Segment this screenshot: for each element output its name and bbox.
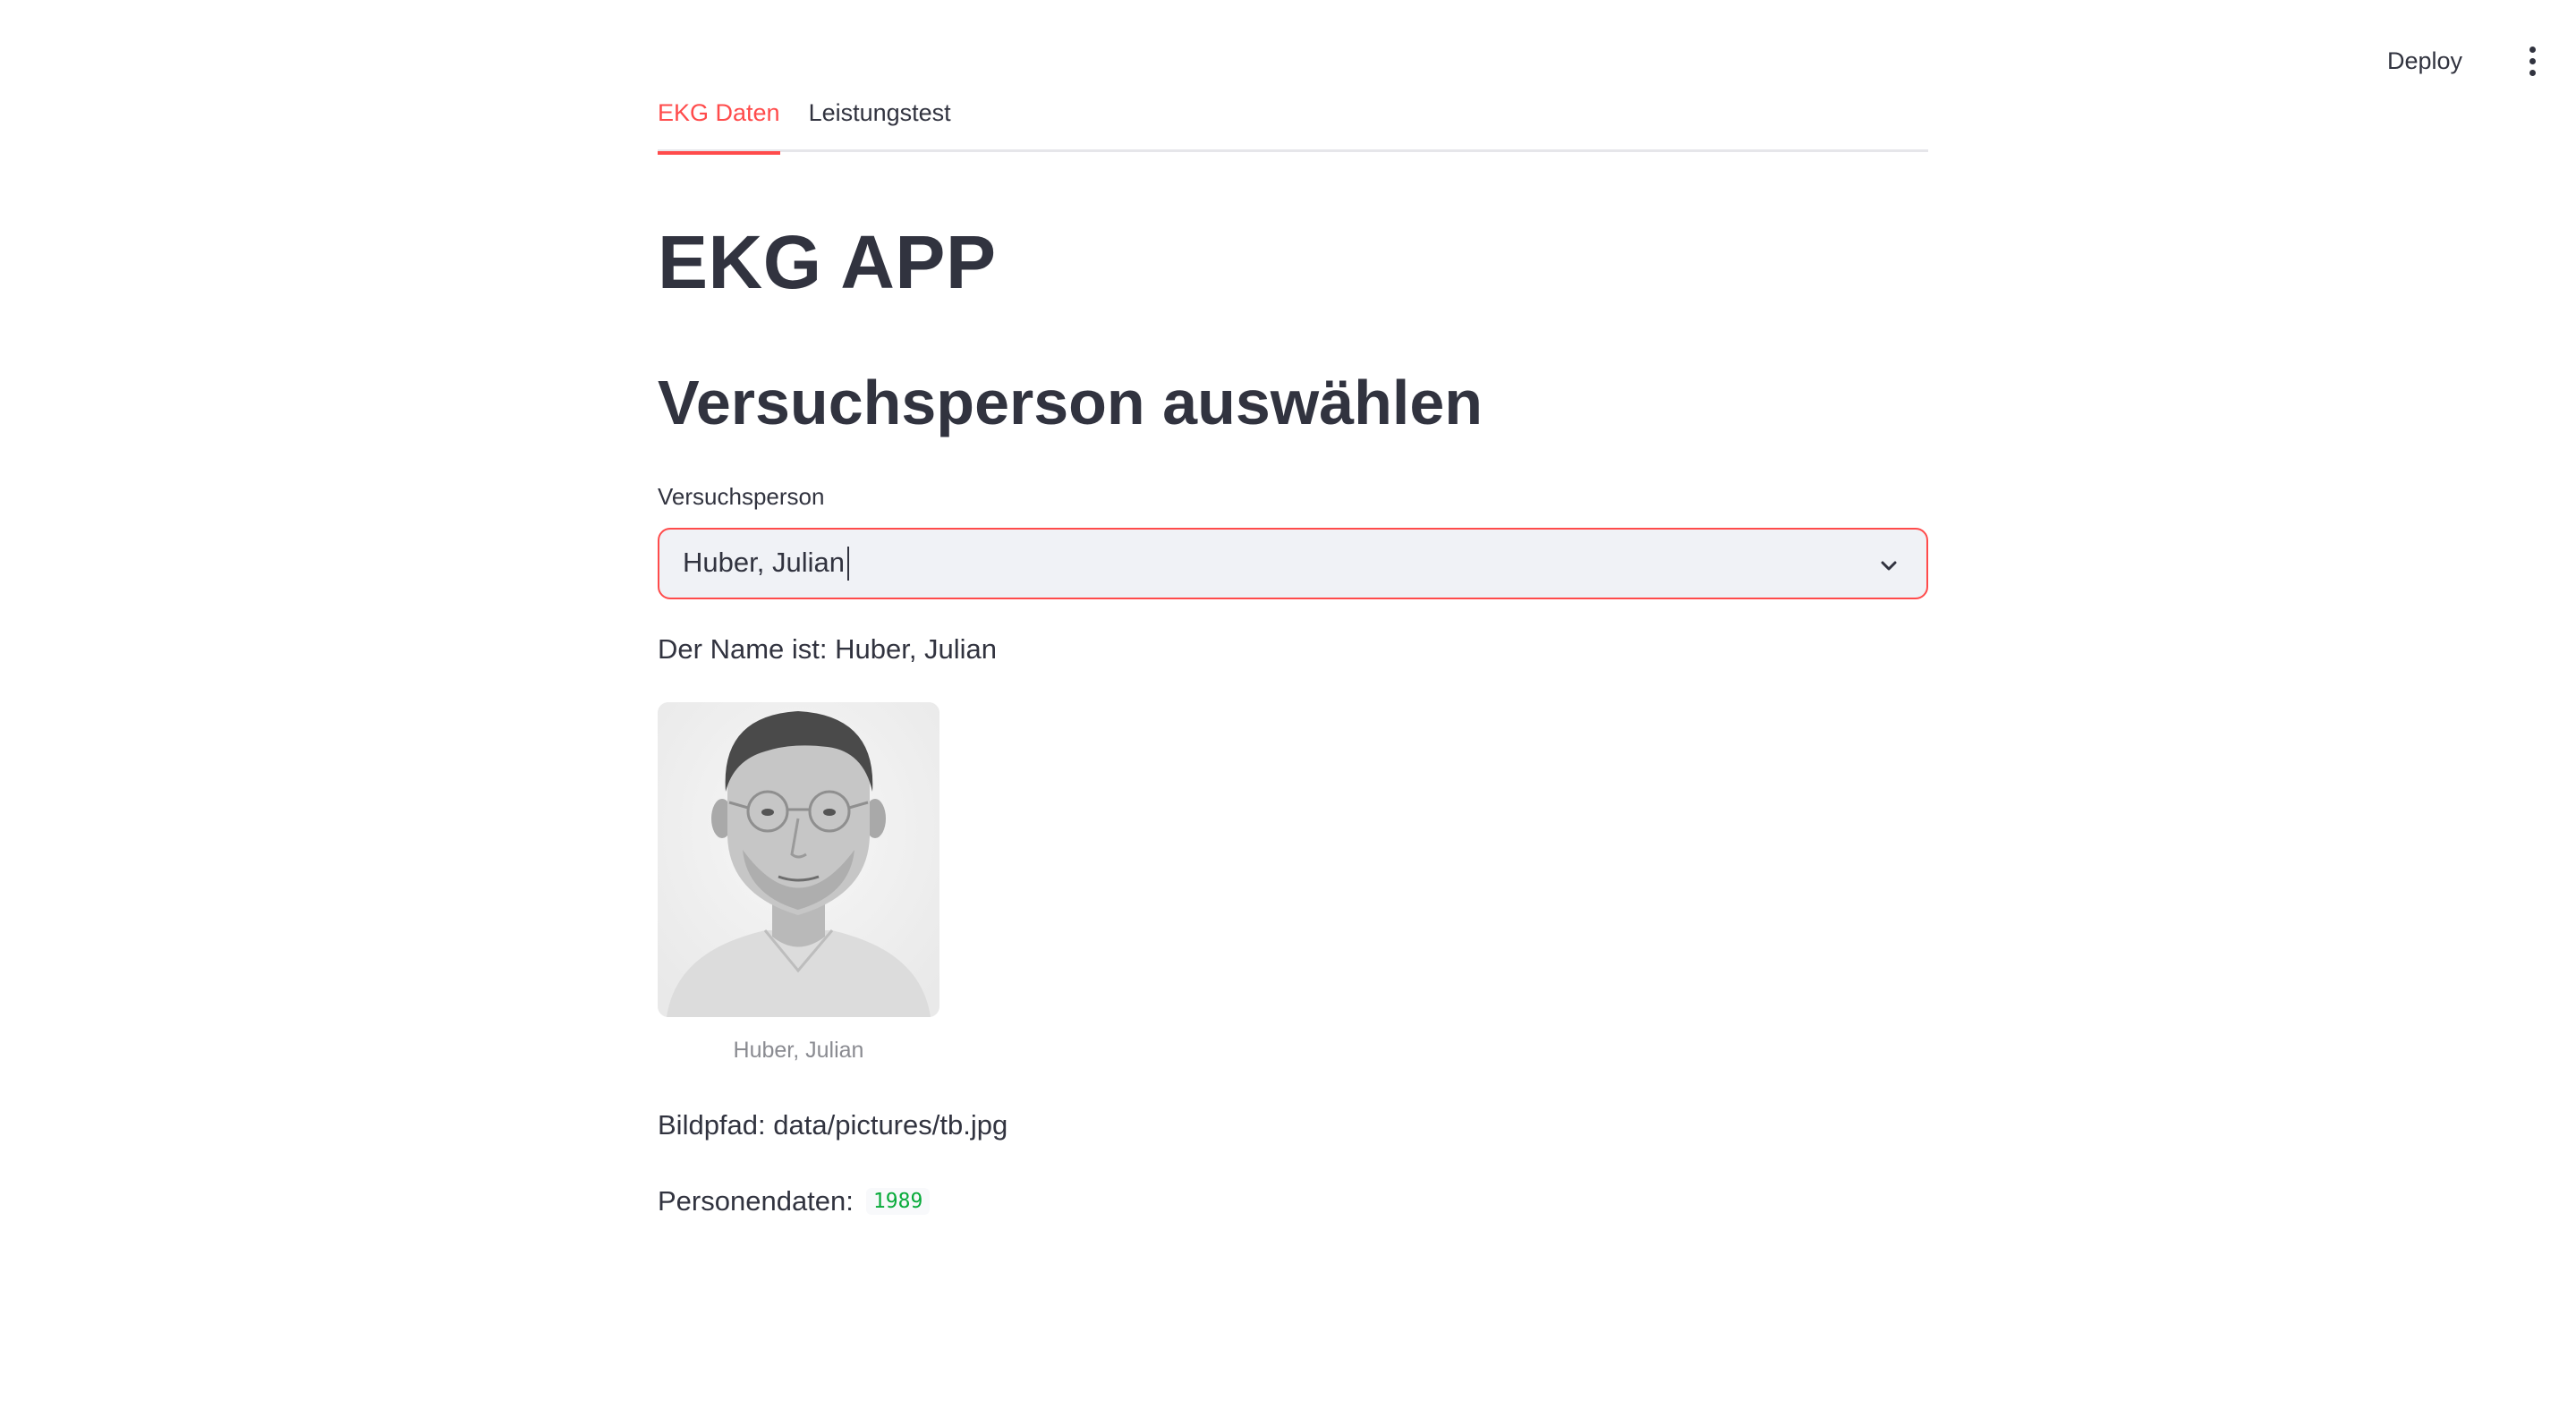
menu-dot [2529,57,2536,64]
chevron-down-icon[interactable] [1878,555,1900,576]
text-cursor [846,547,849,581]
name-text: Der Name ist: Huber, Julian [658,633,998,665]
person-photo [658,702,939,1017]
deploy-button[interactable]: Deploy [2387,39,2462,82]
person-data-value: 1989 [865,1188,931,1215]
select-value-text: Huber, Julian [683,546,845,578]
section-heading: Versuchsperson auswählen [658,368,1484,437]
portrait-image [658,702,939,1017]
menu-dot [2529,69,2536,76]
person-data-label: Personendaten: [658,1185,854,1217]
select-label: Versuchsperson [658,483,825,510]
vertical-ellipsis-icon[interactable] [2514,39,2550,82]
tab-bar: EKG Daten Leistungstest [658,89,1928,155]
tab-ekg-daten[interactable]: EKG Daten [658,89,780,155]
tab-leistungstest[interactable]: Leistungstest [809,89,951,152]
page-title: EKG APP [658,220,997,304]
image-path-text: Bildpfad: data/pictures/tb.jpg [658,1109,1008,1141]
person-data-row: Personendaten: 1989 [658,1185,931,1217]
person-select[interactable]: Huber, Julian [658,528,1928,599]
image-caption: Huber, Julian [733,1038,864,1063]
menu-dot [2529,46,2536,53]
select-value: Huber, Julian [683,547,849,581]
